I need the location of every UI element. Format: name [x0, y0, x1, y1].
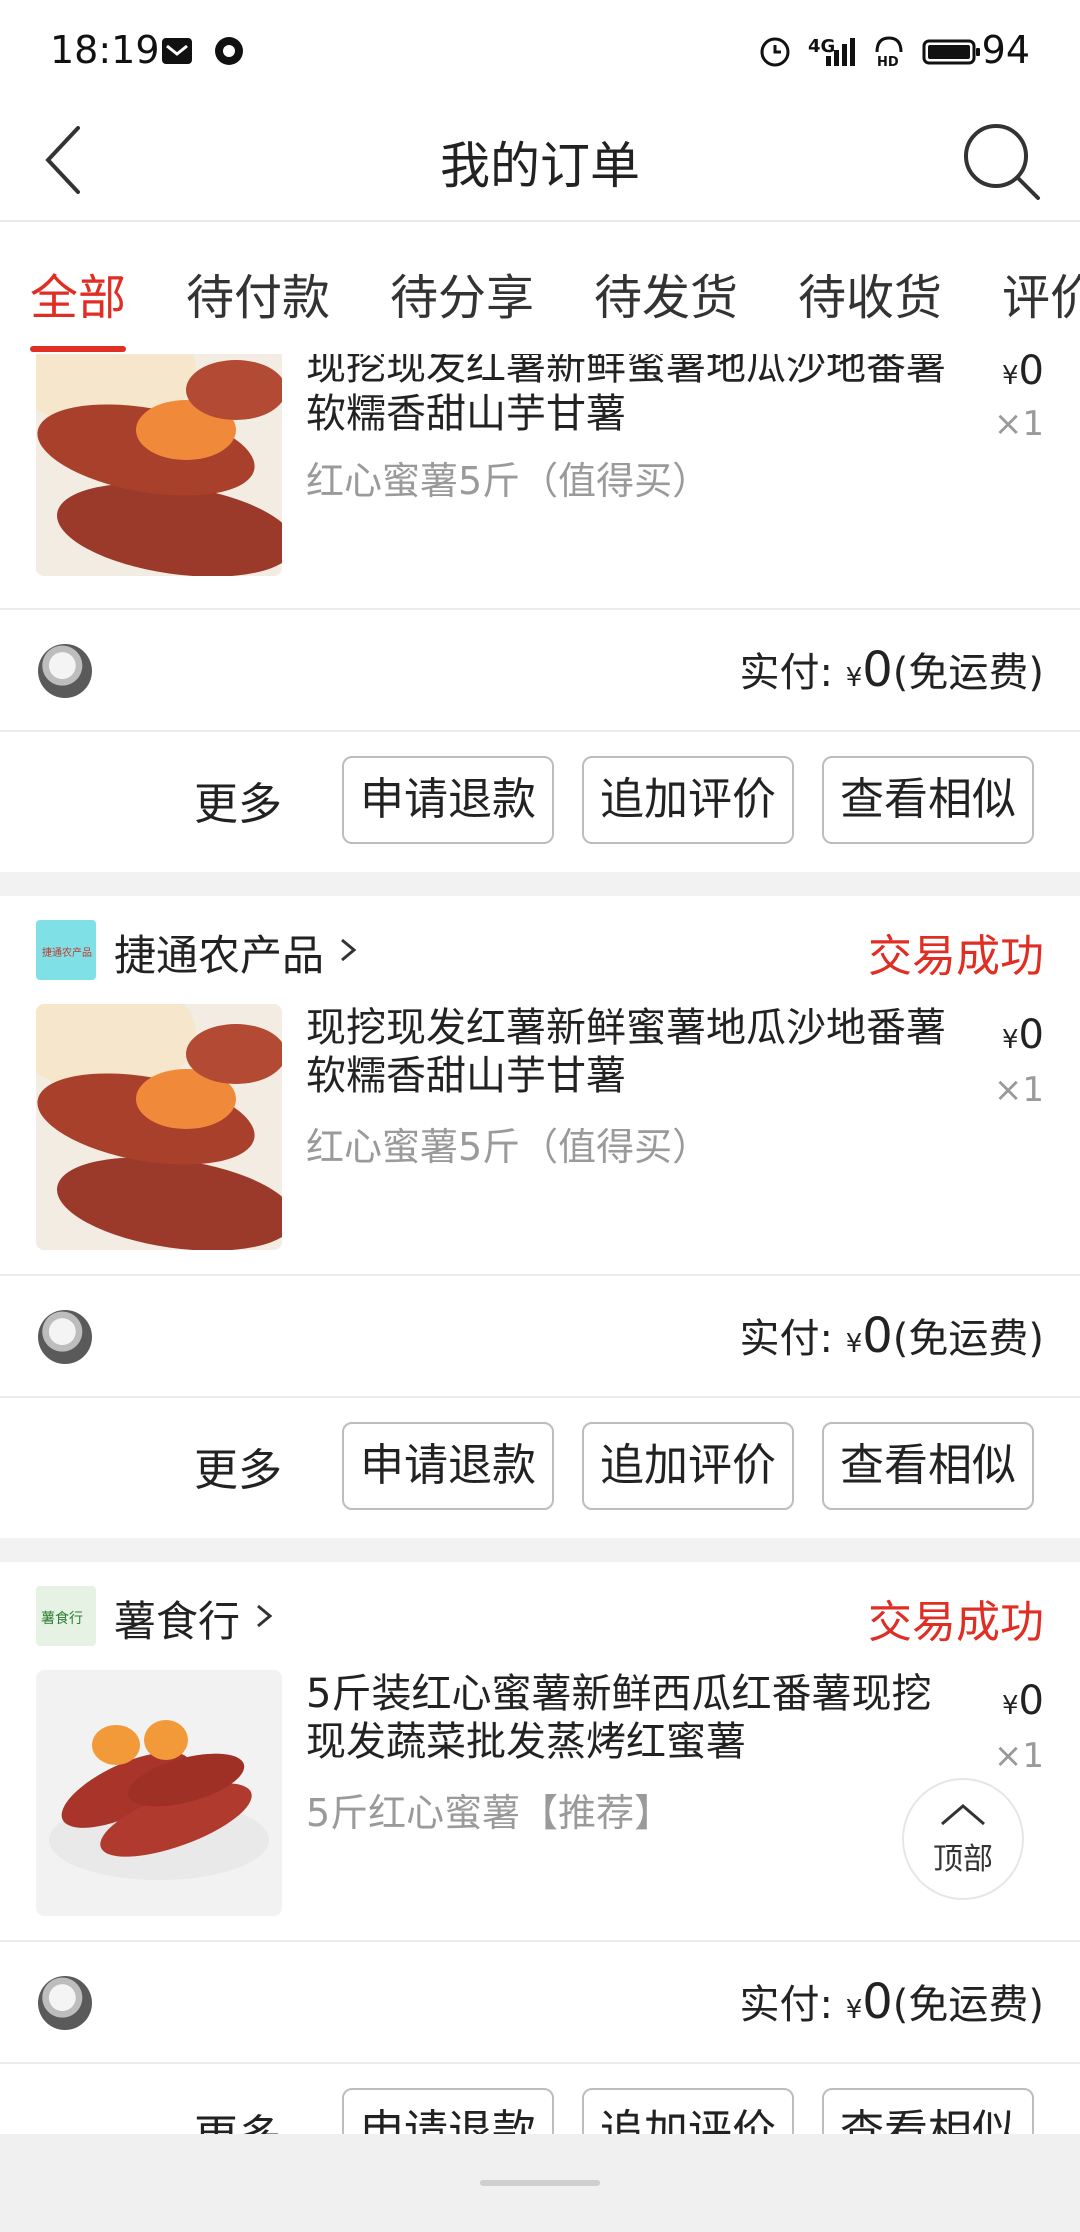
item-title[interactable]: 现挖现发红薯新鲜蜜薯地瓜沙地番薯软糯香甜山芋甘薯 [306, 1004, 946, 1100]
paid-amount-value: 0 [862, 642, 893, 698]
scroll-to-top-button[interactable]: 顶部 [904, 1780, 1022, 1898]
paid-amount-value: 0 [862, 1308, 893, 1364]
search-icon[interactable] [956, 116, 1044, 204]
currency-symbol: ¥ [1002, 1691, 1019, 1721]
item-spec: 红心蜜薯5斤（值得买） [306, 459, 711, 503]
tab-all[interactable]: 全部 [30, 258, 126, 328]
chevron-up-icon [941, 1804, 985, 1826]
view-similar-button[interactable]: 查看相似 [822, 2088, 1034, 2134]
tab-pending-shipment[interactable]: 待发货 [594, 258, 738, 328]
paid-label: 实付: [739, 1316, 833, 1362]
signal-icon [826, 38, 855, 66]
mail-icon [162, 38, 192, 64]
buyer-avatar [38, 644, 92, 698]
nav-bar: 我的订单 [0, 100, 1080, 222]
battery-icon [922, 39, 980, 65]
shipping-note: (免运费) [892, 650, 1044, 696]
add-review-button[interactable]: 追加评价 [582, 2088, 794, 2134]
page-title: 我的订单 [440, 137, 640, 195]
section-gap [0, 1538, 1080, 1562]
gesture-bar-area [0, 2134, 1080, 2232]
currency-symbol: ¥ [845, 663, 863, 693]
view-similar-button[interactable]: 查看相似 [822, 756, 1034, 844]
buyer-avatar [38, 1310, 92, 1364]
sync-icon [215, 37, 243, 65]
add-review-button[interactable]: 追加评价 [582, 756, 794, 844]
order-status: 交易成功 [868, 1597, 1044, 1648]
item-price: ¥0 [1002, 1678, 1044, 1724]
refund-button[interactable]: 申请退款 [342, 756, 554, 844]
refund-button[interactable]: 申请退款 [342, 1422, 554, 1510]
paid-amount-value: 0 [862, 1974, 893, 2030]
more-button[interactable]: 更多 [194, 2100, 282, 2134]
tab-pending-receipt[interactable]: 待收货 [798, 258, 942, 328]
svg-text:HD: HD [877, 55, 899, 68]
status-bar: 18:19 4G HD 94 [0, 0, 1080, 100]
paid-label: 实付: [739, 1982, 833, 2028]
tab-pending-share[interactable]: 待分享 [390, 258, 534, 328]
store-name[interactable]: 薯食行 [114, 1588, 240, 1649]
active-tab-indicator [30, 346, 126, 352]
alarm-icon [760, 37, 790, 67]
item-spec: 5斤红心蜜薯【推荐】 [306, 1791, 673, 1835]
more-button[interactable]: 更多 [194, 768, 282, 832]
buyer-avatar [38, 1976, 92, 2030]
item-quantity: ×1 [993, 1070, 1044, 1110]
chevron-right-icon[interactable] [252, 1604, 276, 1628]
home-indicator[interactable] [480, 2180, 600, 2186]
divider [0, 730, 1080, 732]
add-review-button[interactable]: 追加评价 [582, 1422, 794, 1510]
divider [0, 2062, 1080, 2064]
scroll-to-top-label: 顶部 [933, 1842, 993, 1877]
currency-symbol: ¥ [845, 1995, 863, 2025]
tab-pending-payment[interactable]: 待付款 [186, 258, 330, 328]
store-name[interactable]: 捷通农产品 [114, 922, 324, 983]
battery-level: 94 [981, 28, 1030, 72]
item-spec: 红心蜜薯5斤（值得买） [306, 1125, 711, 1169]
item-price-value: 0 [1018, 1678, 1044, 1724]
order-status-tabs: 全部 待付款 待分享 待发货 待收货 评价 [0, 222, 1080, 354]
view-similar-button[interactable]: 查看相似 [822, 1422, 1034, 1510]
store-logo[interactable]: 捷通农产品 [36, 920, 96, 980]
currency-symbol: ¥ [1002, 1025, 1019, 1055]
product-image-sweet-potato[interactable] [36, 1004, 282, 1250]
shipping-note: (免运费) [892, 1316, 1044, 1362]
item-quantity: ×1 [993, 1736, 1044, 1776]
chevron-right-icon[interactable] [336, 938, 360, 962]
shipping-note: (免运费) [892, 1982, 1044, 2028]
refund-button[interactable]: 申请退款 [342, 2088, 554, 2134]
more-button[interactable]: 更多 [194, 1434, 282, 1498]
paid-amount: 实付: ¥0(免运费) [739, 1972, 1044, 2030]
paid-label: 实付: [739, 650, 833, 696]
section-gap [0, 872, 1080, 896]
currency-symbol: ¥ [845, 1329, 863, 1359]
hd-voice-icon: HD [875, 36, 903, 68]
paid-amount: 实付: ¥0(免运费) [739, 640, 1044, 698]
store-logo-text: 捷通农产品 [42, 946, 92, 959]
tab-review[interactable]: 评价 [1002, 258, 1080, 328]
order-status: 交易成功 [868, 931, 1044, 982]
product-image-sweet-potato[interactable] [36, 1670, 282, 1916]
paid-amount: 实付: ¥0(免运费) [739, 1306, 1044, 1364]
divider [0, 1274, 1080, 1276]
store-logo[interactable]: 薯食行 [36, 1586, 96, 1646]
item-price: ¥0 [1002, 354, 1044, 394]
currency-symbol: ¥ [1002, 361, 1019, 391]
status-time: 18:19 [50, 28, 160, 72]
item-title[interactable]: 5斤装红心蜜薯新鲜西瓜红番薯现挖现发蔬菜批发蒸烤红蜜薯 [306, 1670, 946, 1766]
divider [0, 1396, 1080, 1398]
store-logo-text: 薯食行 [41, 1610, 83, 1627]
item-price: ¥0 [1002, 1012, 1044, 1058]
item-title[interactable]: 现挖现发红薯新鲜蜜薯地瓜沙地番薯软糯香甜山芋甘薯 [306, 354, 946, 438]
item-price-value: 0 [1018, 1012, 1044, 1058]
product-image-sweet-potato[interactable] [36, 354, 282, 576]
divider [0, 1940, 1080, 1942]
divider [0, 608, 1080, 610]
item-price-value: 0 [1018, 354, 1044, 394]
item-quantity: ×1 [993, 404, 1044, 444]
